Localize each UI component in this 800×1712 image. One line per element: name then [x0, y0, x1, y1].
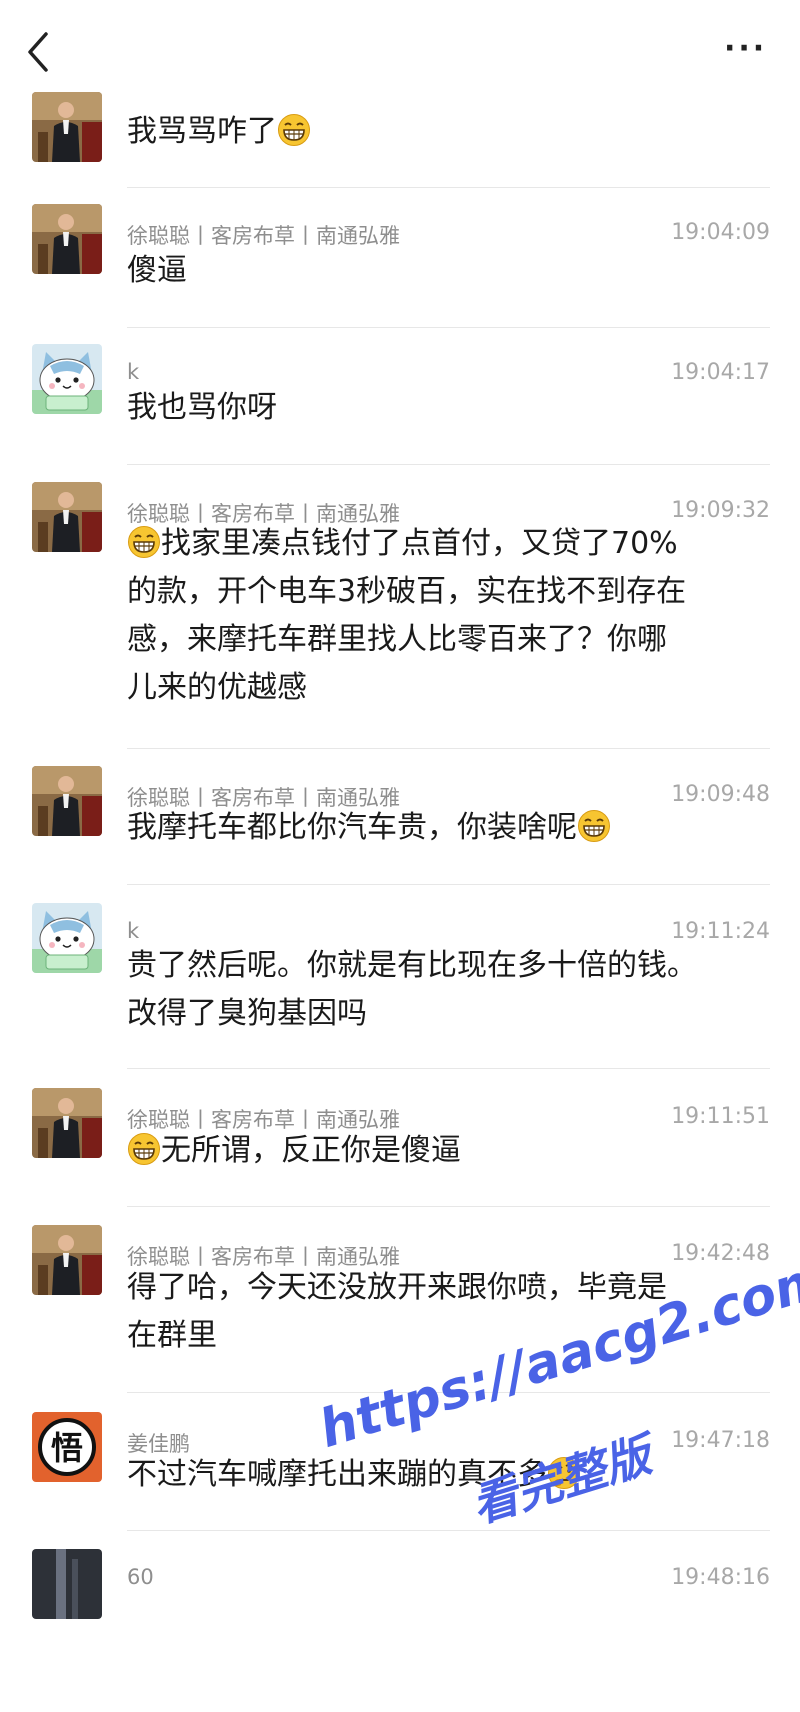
- message-avatar[interactable]: [32, 903, 102, 973]
- message-line-text: 感，来摩托车群里找人比零百来了？你哪: [127, 622, 667, 657]
- message-line-text: 得了哈，今天还没放开来跟你喷，毕竟是: [127, 1270, 667, 1305]
- cat-avatar-icon: [32, 903, 102, 973]
- message-divider: [127, 464, 770, 465]
- message-line-text: 找家里凑点钱付了点首付，又贷了70%: [161, 526, 678, 561]
- man-photo-avatar-icon: [32, 482, 102, 552]
- message-line: 感，来摩托车群里找人比零百来了？你哪: [127, 616, 777, 664]
- message-avatar[interactable]: [32, 766, 102, 836]
- message-line-text: 不过汽车喊摩托出来蹦的真不多: [127, 1457, 547, 1492]
- message-line-text: 我摩托车都比你汽车贵，你装啥呢: [127, 810, 577, 845]
- message-line: 无所谓，反正你是傻逼: [127, 1127, 777, 1175]
- message-divider: [127, 327, 770, 328]
- message-avatar[interactable]: [32, 1088, 102, 1158]
- back-button[interactable]: [22, 30, 58, 74]
- message-line-text: 的款，开个电车3秒破百，实在找不到存在: [127, 574, 687, 609]
- grinning-face-icon: [278, 114, 310, 146]
- message-time: 19:47:18: [671, 1428, 770, 1453]
- message-text[interactable]: 我摩托车都比你汽车贵，你装啥呢: [127, 804, 777, 852]
- sender-name: 60: [127, 1565, 154, 1589]
- message-text[interactable]: 不过汽车喊摩托出来蹦的真不多: [127, 1451, 777, 1499]
- message-avatar[interactable]: [32, 1549, 102, 1619]
- message-line: 的款，开个电车3秒破百，实在找不到存在: [127, 568, 777, 616]
- message-text[interactable]: 我骂骂咋了: [127, 108, 777, 156]
- message-line: 傻逼: [127, 247, 777, 295]
- message-divider: [127, 884, 770, 885]
- sender-name: k: [127, 919, 140, 943]
- message-line-text: 儿来的优越感: [127, 670, 307, 705]
- message-time: 19:42:48: [671, 1241, 770, 1266]
- message-time: 19:48:16: [671, 1565, 770, 1590]
- message-text[interactable]: 贵了然后呢。你就是有比现在多十倍的钱。 改得了臭狗基因吗: [127, 942, 777, 1038]
- man-photo-avatar-icon: [32, 204, 102, 274]
- grinning-face-icon: [578, 810, 610, 842]
- message-line-text: 在群里: [127, 1318, 217, 1353]
- thinking-face-icon: [548, 1457, 580, 1489]
- man-photo-avatar-icon: [32, 1088, 102, 1158]
- chevron-left-icon: [28, 32, 48, 72]
- message-divider: [127, 1068, 770, 1069]
- message-divider: [127, 1206, 770, 1207]
- message-line: 得了哈，今天还没放开来跟你喷，毕竟是: [127, 1264, 777, 1312]
- man-photo-avatar-icon: [32, 92, 102, 162]
- message-time: 19:04:09: [671, 220, 770, 245]
- message-text[interactable]: 得了哈，今天还没放开来跟你喷，毕竟是 在群里: [127, 1264, 777, 1360]
- message-line-text: 傻逼: [127, 253, 187, 288]
- message-line-text: 改得了臭狗基因吗: [127, 996, 367, 1031]
- dark-avatar-icon: [32, 1549, 102, 1619]
- message-divider: [127, 1530, 770, 1531]
- message-divider: [127, 187, 770, 188]
- sender-name: k: [127, 360, 140, 384]
- message-text[interactable]: 我也骂你呀: [127, 384, 777, 432]
- message-line-text: 我也骂你呀: [127, 390, 277, 425]
- cat-avatar-icon: [32, 344, 102, 414]
- man-photo-avatar-icon: [32, 1225, 102, 1295]
- sender-name: 徐聪聪丨客房布草丨南通弘雅: [127, 224, 400, 248]
- message-line: 儿来的优越感: [127, 664, 777, 712]
- more-options-button[interactable]: ···: [724, 34, 768, 64]
- message-line: 我骂骂咋了: [127, 108, 777, 156]
- message-line-text: 无所谓，反正你是傻逼: [161, 1133, 461, 1168]
- avatar-emblem-text: 悟: [51, 1429, 83, 1467]
- message-avatar[interactable]: [32, 344, 102, 414]
- message-line: 我摩托车都比你汽车贵，你装啥呢: [127, 804, 777, 852]
- message-line-text: 贵了然后呢。你就是有比现在多十倍的钱。: [127, 948, 697, 983]
- top-bar: ···: [0, 0, 800, 96]
- message-text[interactable]: 找家里凑点钱付了点首付，又贷了70% 的款，开个电车3秒破百，实在找不到存在 感，来…: [127, 520, 777, 712]
- message-time: 19:11:51: [671, 1104, 770, 1129]
- message-time: 19:11:24: [671, 919, 770, 944]
- message-time: 19:04:17: [671, 360, 770, 385]
- message-avatar[interactable]: 悟: [32, 1412, 102, 1482]
- man-photo-avatar-icon: [32, 766, 102, 836]
- more-dots-icon: ···: [724, 31, 768, 66]
- message-divider: [127, 1392, 770, 1393]
- message-line: 改得了臭狗基因吗: [127, 990, 777, 1038]
- message-line: 不过汽车喊摩托出来蹦的真不多: [127, 1451, 777, 1499]
- message-line: 在群里: [127, 1312, 777, 1360]
- message-avatar[interactable]: [32, 1225, 102, 1295]
- message-line-text: 我骂骂咋了: [127, 114, 277, 149]
- message-text[interactable]: 傻逼: [127, 247, 777, 295]
- message-avatar[interactable]: [32, 482, 102, 552]
- message-line: 找家里凑点钱付了点首付，又贷了70%: [127, 520, 777, 568]
- message-text[interactable]: 无所谓，反正你是傻逼: [127, 1127, 777, 1175]
- message-avatar[interactable]: [32, 204, 102, 274]
- wu-emblem-icon: 悟: [32, 1412, 102, 1482]
- grinning-face-icon: [128, 526, 160, 558]
- grinning-face-icon: [128, 1133, 160, 1165]
- message-avatar[interactable]: [32, 92, 102, 162]
- message-divider: [127, 748, 770, 749]
- message-line: 我也骂你呀: [127, 384, 777, 432]
- message-line: 贵了然后呢。你就是有比现在多十倍的钱。: [127, 942, 777, 990]
